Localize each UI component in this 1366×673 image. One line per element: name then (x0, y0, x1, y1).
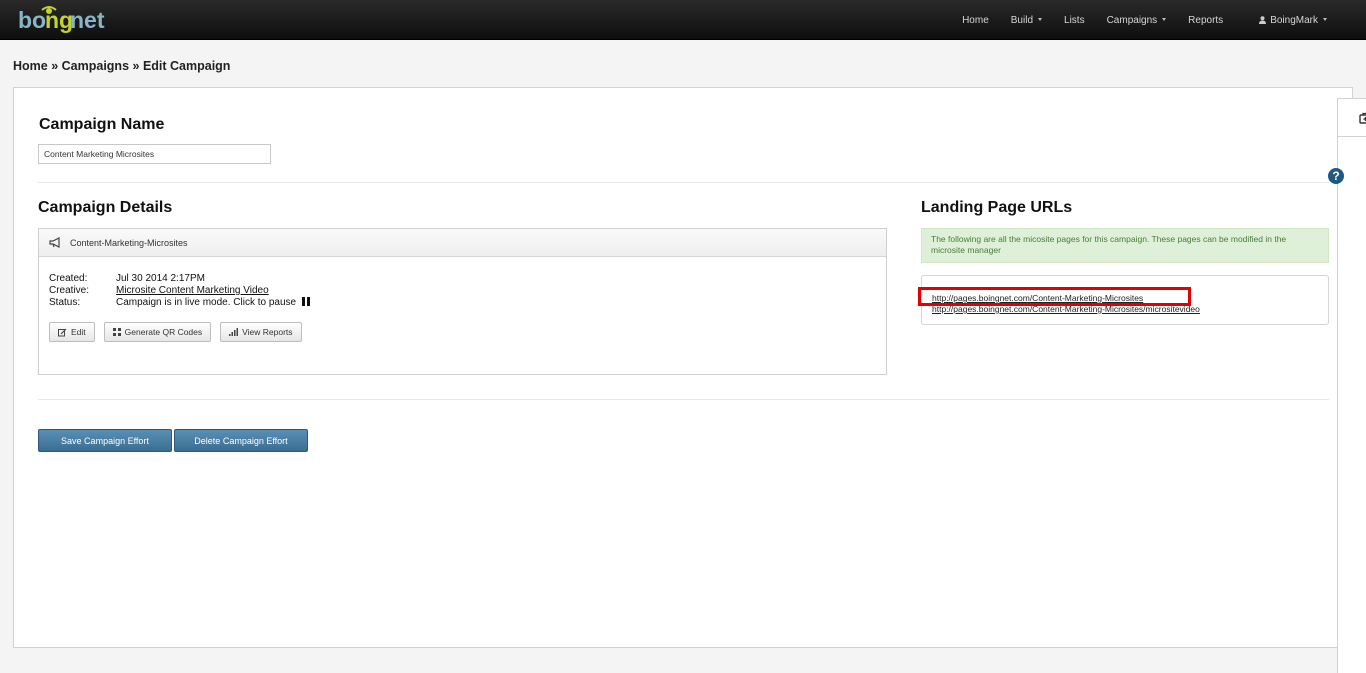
edit-button[interactable]: Edit (49, 322, 95, 342)
created-label: Created: (49, 273, 88, 284)
nav-lists-label: Lists (1064, 14, 1085, 26)
svg-text:ng: ng (45, 7, 73, 33)
breadcrumb: Home » Campaigns » Edit Campaign (13, 59, 230, 73)
chevron-down-icon (1162, 17, 1167, 21)
generate-qr-button[interactable]: Generate QR Codes (103, 322, 212, 342)
svg-text:net: net (70, 7, 105, 33)
nav-reports[interactable]: Reports (1177, 15, 1234, 26)
status-label: Status: (49, 297, 81, 308)
help-icon[interactable]: ? (1328, 168, 1344, 184)
campaign-details-title: Content-Marketing-Microsites (70, 237, 188, 248)
landing-pages-info-alert: The following are all the micosite pages… (921, 228, 1329, 263)
campaign-info: Created: Jul 30 2014 2:17PM Creative: Micr… (49, 273, 311, 309)
user-name: BoingMark (1270, 14, 1318, 26)
generate-qr-label: Generate QR Codes (124, 327, 203, 337)
svg-text:bo: bo (18, 7, 46, 33)
chevron-down-icon (1323, 17, 1327, 21)
breadcrumb-separator: » (47, 59, 62, 73)
breadcrumb-campaigns[interactable]: Campaigns (62, 59, 129, 73)
divider (38, 399, 1329, 400)
save-campaign-button[interactable]: Save Campaign Effort (38, 429, 172, 452)
nav-home-label: Home (962, 14, 989, 26)
chevron-down-icon (1038, 17, 1043, 21)
bar-chart-icon (229, 328, 239, 336)
breadcrumb-separator: » (129, 59, 143, 73)
nav-lists[interactable]: Lists (1053, 15, 1096, 26)
campaign-details-box: Content-Marketing-Microsites Created: Jul… (38, 228, 887, 375)
breadcrumb-home[interactable]: Home (13, 59, 48, 73)
breadcrumb-current: Edit Campaign (142, 59, 231, 73)
edit-icon (58, 328, 67, 337)
nav-campaigns[interactable]: Campaigns (1096, 15, 1178, 26)
side-panel-tab[interactable] (1337, 98, 1366, 673)
status-row: Status: Campaign is in live mode. Click t… (49, 297, 311, 309)
creative-link[interactable]: Microsite Content Marketing Video (116, 285, 269, 297)
medical-kit-icon[interactable] (1359, 112, 1366, 124)
view-reports-button[interactable]: View Reports (220, 322, 302, 342)
boingnet-logo[interactable]: bo ng net (18, 3, 110, 37)
nav-user-menu[interactable]: BoingMark (1248, 15, 1338, 26)
creative-label: Creative: (49, 285, 90, 296)
nav-campaigns-label: Campaigns (1106, 14, 1158, 26)
top-navbar: bo ng net Home Build Lists Campaigns Rep… (0, 0, 1366, 40)
status-value[interactable]: Campaign is in live mode. Click to pause (116, 297, 296, 309)
campaign-actions: Edit Generate QR Codes View Reports (49, 322, 311, 342)
nav-build[interactable]: Build (1000, 15, 1053, 26)
view-reports-label: View Reports (242, 327, 293, 337)
nav-home[interactable]: Home (951, 15, 1000, 26)
created-row: Created: Jul 30 2014 2:17PM (49, 273, 310, 285)
edit-campaign-panel: Campaign Name Campaign Details Content-M… (13, 87, 1353, 648)
created-value: Jul 30 2014 2:17PM (116, 273, 205, 284)
edit-button-label: Edit (71, 327, 86, 337)
nav-build-label: Build (1010, 14, 1034, 26)
campaign-name-heading: Campaign Name (39, 116, 165, 133)
landing-page-urls-heading: Landing Page URLs (921, 199, 1073, 216)
pause-icon[interactable] (302, 297, 311, 306)
creative-row: Creative: Microsite Content Marketing Vid… (49, 285, 310, 297)
qr-code-icon (112, 328, 121, 336)
megaphone-icon (49, 237, 60, 248)
divider (38, 182, 1329, 183)
user-icon (1259, 16, 1267, 24)
campaign-details-header: Content-Marketing-Microsites (39, 229, 886, 257)
side-panel-header (1338, 99, 1366, 137)
highlight-box (918, 287, 1191, 306)
delete-campaign-button[interactable]: Delete Campaign Effort (174, 429, 308, 452)
nav-menu: Home Build Lists Campaigns Reports Boing… (951, 0, 1338, 40)
campaign-details-heading: Campaign Details (38, 199, 173, 216)
campaign-name-input[interactable] (38, 144, 271, 164)
nav-reports-label: Reports (1188, 14, 1224, 26)
boingnet-logo-mark: bo ng net (18, 6, 105, 33)
